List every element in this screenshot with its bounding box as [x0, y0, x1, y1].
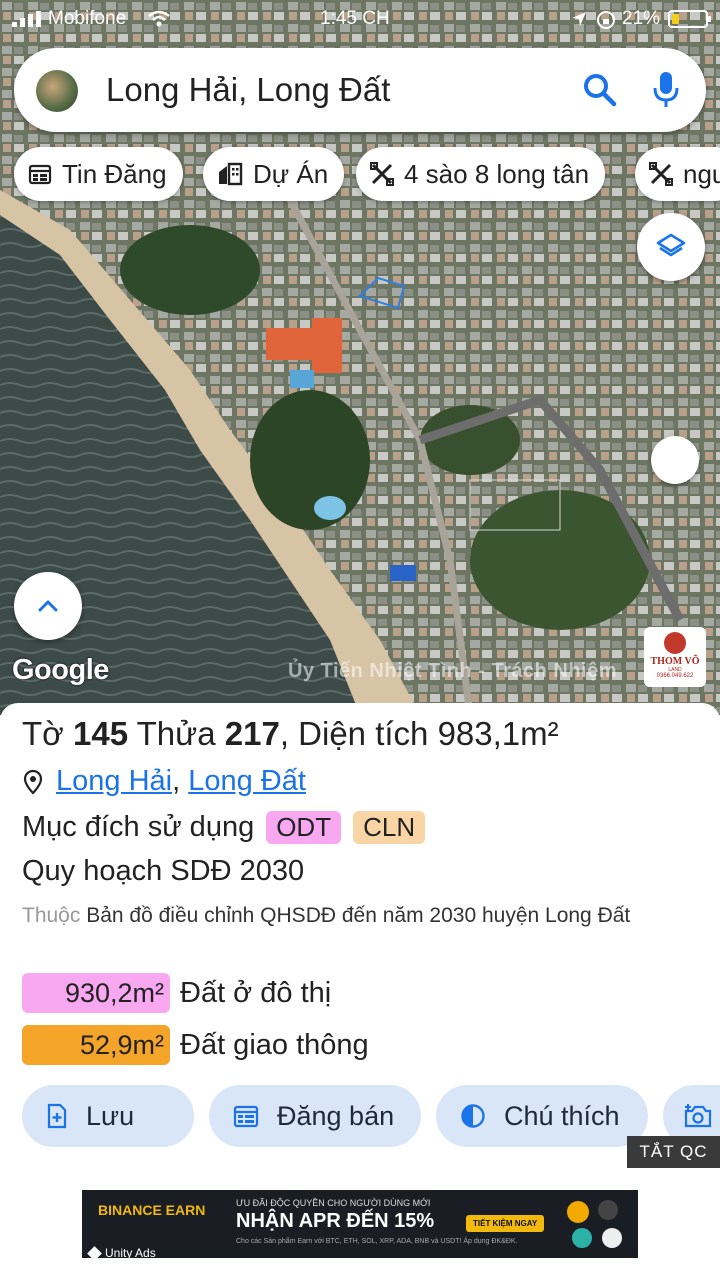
location-row: Long Hải, Long Đất — [22, 765, 306, 798]
search-query[interactable]: Long Hải, Long Đất — [106, 71, 390, 109]
screen: Mobifone 1:45 CH 21% Long Hải, Long Đất — [0, 0, 720, 1280]
ad-line1: ƯU ĐÃI ĐỘC QUYỀN CHO NGƯỜI DÙNG MỚI — [236, 1198, 431, 1208]
purpose-tag-cln: CLN — [353, 811, 426, 844]
sheet-prefix: Tờ — [22, 715, 64, 752]
map-side-handle[interactable] — [651, 436, 699, 484]
chip-tin-dang[interactable]: Tin Đăng — [14, 147, 183, 201]
brand-logo[interactable]: THOM VÕ LAND 0366.049.622 — [644, 627, 706, 687]
plot-prefix: Thửa — [136, 715, 216, 752]
belongs-text: Bản đồ điều chỉnh QHSDĐ đến năm 2030 huy… — [86, 904, 631, 927]
ad-provider-label: Unity Ads — [105, 1246, 156, 1260]
purpose-tag-odt: ODT — [266, 811, 342, 844]
brand-name: THOM VÕ — [650, 656, 700, 667]
parcel-title: Tờ 145 Thửa 217, Diện tích 983,1m² — [22, 715, 559, 753]
map-watermark: Ủy Tiến Nhiệt Tình - Trách Nhiệm — [288, 660, 618, 682]
brand-seal-icon — [664, 632, 686, 654]
land-use-name: Đất giao thông — [180, 1028, 369, 1061]
save-label: Lưu — [86, 1100, 135, 1131]
ad-banner[interactable]: BINANCE EARN ƯU ĐÃI ĐỘC QUYỀN CHO NGƯỜI … — [82, 1190, 638, 1258]
chip-ngu[interactable]: ngu — [635, 147, 720, 201]
area-prefix: , Diện tích — [279, 715, 429, 752]
bookmark-add-icon — [47, 1103, 67, 1129]
location-separator: , — [172, 765, 181, 797]
google-logo: Google — [12, 654, 109, 686]
battery-percent: 21% — [622, 8, 661, 29]
parcel-info-panel: Tờ 145 Thửa 217, Diện tích 983,1m² Long … — [0, 703, 720, 1280]
parcel-area: 983,1m² — [437, 715, 559, 752]
carrier-name: Mobifone — [48, 8, 127, 29]
chevron-up-icon — [38, 600, 58, 612]
land-use-value: 52,9m² — [22, 1025, 170, 1065]
ad-cta-button[interactable]: TIẾT KIỆM NGAY — [466, 1215, 545, 1232]
search-bar[interactable]: Long Hải, Long Đất — [14, 48, 706, 132]
plan-description: Thuộc Bản đồ điều chỉnh QHSDĐ đến năm 20… — [22, 900, 702, 932]
add-photo-icon — [684, 1104, 712, 1128]
location-link-long-hai[interactable]: Long Hải — [56, 765, 172, 798]
rotation-lock-icon — [597, 11, 615, 29]
expand-panel-button[interactable] — [14, 572, 82, 640]
belongs-prefix: Thuộc — [22, 904, 81, 927]
ruler-pencil-icon — [649, 162, 673, 186]
ruler-pencil-icon — [370, 162, 394, 186]
plan-title: Quy hoạch SDĐ 2030 — [22, 855, 305, 887]
land-use-name: Đất ở đô thị — [180, 976, 332, 1009]
chip-4-sao-8-long-tan[interactable]: 4 sào 8 long tân — [356, 147, 606, 201]
save-button[interactable]: Lưu — [22, 1085, 194, 1147]
buildings-icon — [219, 162, 243, 186]
plot-number: 217 — [224, 715, 280, 752]
unity-logo-icon — [87, 1245, 102, 1261]
location-link-long-dat[interactable]: Long Đất — [188, 765, 306, 798]
ad-line3: Cho các Sản phẩm Earn với BTC, ETH, SOL,… — [236, 1238, 518, 1245]
close-ad-button[interactable]: TẮT QC — [627, 1136, 720, 1168]
battery-level — [672, 14, 679, 24]
land-use-row-road: 52,9m² Đất giao thông — [22, 1025, 369, 1065]
land-purpose-row: Mục đích sử dụng ODT CLN — [22, 811, 426, 844]
sheet-number: 145 — [72, 715, 129, 752]
status-bar: Mobifone 1:45 CH 21% — [0, 0, 720, 38]
calendar-icon — [233, 1105, 259, 1128]
battery-icon — [668, 10, 711, 28]
legend-label: Chú thích — [504, 1100, 620, 1131]
signal-icon — [12, 11, 41, 27]
purpose-label: Mục đích sử dụng — [22, 811, 255, 843]
brand-phone: 0366.049.622 — [656, 673, 694, 679]
chip-du-an[interactable]: Dự Án — [203, 147, 345, 201]
legend-button[interactable]: Chú thích — [436, 1085, 648, 1147]
contrast-icon — [461, 1104, 485, 1128]
ad-brand: BINANCE EARN — [98, 1202, 206, 1218]
location-pin-icon — [23, 769, 43, 795]
location-arrow-icon — [572, 12, 586, 26]
layers-button[interactable] — [637, 213, 705, 281]
chip-label: Tin Đăng — [62, 158, 167, 189]
wifi-icon — [148, 10, 170, 27]
chip-label: ngu — [683, 158, 720, 189]
ad-headline: NHẬN APR ĐẾN 15% — [236, 1210, 435, 1232]
layers-icon — [656, 233, 686, 257]
microphone-icon[interactable] — [652, 70, 680, 110]
satellite-map[interactable]: Mobifone 1:45 CH 21% Long Hải, Long Đất — [0, 0, 720, 715]
land-use-row-odt: 930,2m² Đất ở đô thị — [22, 973, 331, 1013]
chip-label: 4 sào 8 long tân — [404, 158, 590, 189]
crypto-coins-icon — [567, 1200, 622, 1248]
search-icon[interactable] — [582, 72, 618, 108]
avatar[interactable] — [36, 70, 78, 112]
clock: 1:45 CH — [320, 8, 390, 29]
chip-label: Dự Án — [253, 158, 329, 189]
land-use-value: 930,2m² — [22, 973, 170, 1013]
post-for-sale-button[interactable]: Đăng bán — [209, 1085, 421, 1147]
calendar-icon — [28, 164, 52, 185]
ad-provider: Unity Ads — [87, 1245, 156, 1261]
post-for-sale-label: Đăng bán — [277, 1100, 395, 1131]
